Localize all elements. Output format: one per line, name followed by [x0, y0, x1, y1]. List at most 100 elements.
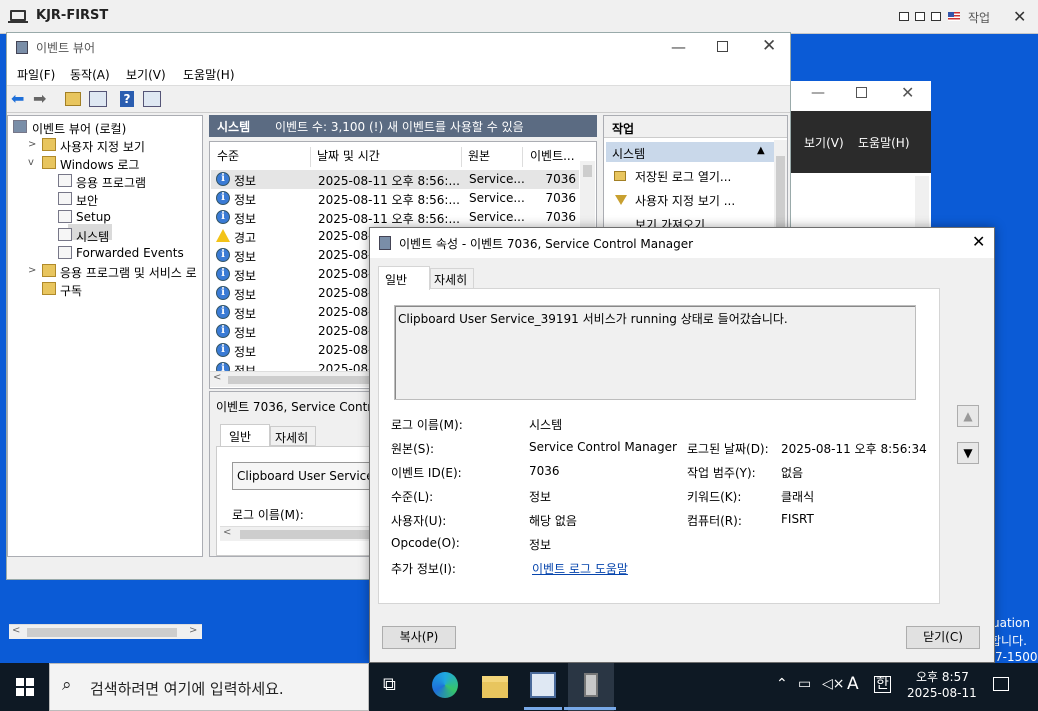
file-explorer-icon[interactable] [482, 676, 508, 698]
folder-up-icon[interactable] [65, 92, 81, 106]
preview-tab-general[interactable]: 일반 [220, 424, 270, 446]
scroll-thumb[interactable] [583, 165, 592, 177]
bg-menu-help[interactable]: 도움말(H) [858, 134, 910, 151]
folder-icon [42, 282, 56, 295]
filter-icon [615, 195, 627, 205]
event-row[interactable]: i 정보 2025-08-11 오후 8:56:... Service... 7036 [211, 208, 579, 227]
edge-browser-icon[interactable] [432, 672, 458, 698]
server-manager-icon[interactable] [530, 672, 556, 698]
expand-icon[interactable]: > [28, 265, 36, 276]
close-button[interactable]: ✕ [762, 36, 776, 56]
show-hide-tree-icon[interactable] [89, 91, 107, 107]
scroll-right-icon[interactable]: > [189, 625, 197, 636]
remote-session-bar [0, 0, 1038, 34]
scroll-left-icon[interactable]: < [12, 625, 20, 636]
back-arrow-icon[interactable]: ⬅ [11, 90, 29, 108]
windows-start-icon[interactable] [16, 678, 34, 696]
column-event-id[interactable]: 이벤트... [530, 147, 580, 167]
column-date[interactable]: 날짜 및 시간 [317, 147, 462, 167]
event-row[interactable]: i 정보 2025-08-11 오후 8:56:... Service... 7036 [211, 170, 579, 189]
bg-menu-view[interactable]: 보기(V) [804, 134, 844, 151]
maximize-icon[interactable] [856, 87, 867, 98]
help-icon[interactable]: ? [120, 91, 134, 107]
event-row[interactable]: i 정보 2025-08-11 오후 8:56:... Service... 7036 [211, 189, 579, 208]
preview-tab-details[interactable]: 자세히 [270, 426, 316, 446]
minimize-icon[interactable]: — [811, 85, 825, 101]
tree-horizontal-scrollbar[interactable]: < > [9, 624, 202, 639]
event-date-cell: 2025-08-11 오후 8:56:... [318, 174, 460, 188]
event-viewer-taskbar-button[interactable] [568, 663, 614, 711]
action-open-saved-log[interactable]: 저장된 로그 열기... [635, 168, 731, 185]
show-hidden-icons[interactable]: ⌃ [776, 676, 788, 692]
event-id-cell: 7036 [545, 191, 576, 205]
window-icon[interactable] [915, 12, 925, 21]
tree-item[interactable]: 이벤트 뷰어 (로컬) [8, 118, 202, 136]
clock-time[interactable]: 오후 8:57 [916, 668, 969, 685]
column-level[interactable]: 수준 [217, 147, 311, 167]
tree-item[interactable]: Setup [8, 208, 202, 226]
scroll-left-icon[interactable]: < [223, 527, 231, 538]
tree-item[interactable]: 구독 [8, 280, 202, 298]
scrollbar[interactable] [915, 176, 929, 231]
tree-item[interactable]: > 응용 프로그램 및 서비스 로 [8, 262, 202, 280]
tree-item[interactable]: > 사용자 지정 보기 [8, 136, 202, 154]
collapse-icon[interactable]: ▲ [757, 145, 765, 156]
close-icon[interactable]: ✕ [901, 83, 914, 102]
menu-file[interactable]: 파일(F) [17, 66, 55, 83]
tree-item[interactable]: 보안 [8, 190, 202, 208]
task-view-icon[interactable]: ⧉ [383, 672, 409, 698]
dialog-tab-details[interactable]: 자세히 [430, 268, 474, 289]
remote-close-button[interactable]: ✕ [1013, 7, 1026, 26]
tree-item[interactable]: 응용 프로그램 [8, 172, 202, 190]
dialog-close-icon[interactable]: ✕ [972, 232, 985, 251]
desktop-watermark-line1: uation [992, 616, 1030, 630]
volume-muted-icon[interactable]: ◁× [822, 676, 845, 692]
ime-hangul-indicator[interactable]: 한 [874, 676, 891, 693]
restore-icon[interactable] [899, 12, 909, 21]
taskbar-search-box[interactable]: ⌕ 검색하려면 여기에 입력하세요. [49, 663, 369, 711]
clock-date[interactable]: 2025-08-11 [907, 686, 977, 700]
tree-item-label: Setup [76, 210, 111, 224]
minimize-button[interactable]: — [671, 38, 686, 56]
tree-item[interactable]: v Windows 로그 [8, 154, 202, 172]
event-level-cell: 정보 [234, 269, 257, 283]
previous-event-button[interactable]: ▲ [957, 405, 979, 427]
remote-action-menu[interactable]: 작업 [968, 9, 990, 26]
menu-help[interactable]: 도움말(H) [183, 66, 235, 83]
fullscreen-icon[interactable] [931, 12, 941, 21]
event-log-help-link[interactable]: 이벤트 로그 도움말 [532, 560, 628, 577]
field-value: 7036 [529, 464, 560, 478]
event-level-cell: 정보 [234, 193, 257, 207]
show-action-pane-icon[interactable] [143, 91, 161, 107]
column-source[interactable]: 원본 [468, 147, 523, 167]
tree-item[interactable]: Forwarded Events [8, 244, 202, 262]
field-value: 해당 없음 [529, 514, 577, 528]
next-event-button[interactable]: ▼ [957, 442, 979, 464]
scroll-left-icon[interactable]: < [213, 372, 221, 383]
close-button[interactable]: 닫기(C) [906, 626, 980, 649]
notification-center-icon[interactable] [993, 677, 1009, 691]
forward-arrow-icon[interactable]: ➡ [33, 90, 51, 108]
event-level-cell: 정보 [234, 250, 257, 264]
active-app-indicator [564, 707, 616, 710]
ime-mode-indicator[interactable]: A [847, 674, 859, 694]
collapse-icon[interactable]: v [28, 157, 34, 168]
action-custom-view[interactable]: 사용자 지정 보기 ... [635, 192, 735, 209]
expand-icon[interactable]: > [28, 139, 36, 150]
actions-section-header[interactable]: 시스템 ▲ [606, 142, 774, 162]
log-header-summary: 이벤트 수: 3,100 (!) 새 이벤트를 사용할 수 있음 [275, 120, 524, 134]
info-icon: i [216, 286, 230, 300]
dialog-tab-general[interactable]: 일반 [378, 266, 430, 290]
scroll-thumb[interactable] [27, 628, 177, 637]
network-icon[interactable]: ▭ [798, 676, 811, 692]
field-label: 원본(S): [391, 442, 435, 456]
log-icon [58, 228, 72, 241]
tree-item[interactable]: 시스템 [8, 226, 202, 244]
menu-action[interactable]: 동작(A) [70, 66, 110, 83]
event-level-cell: 정보 [234, 212, 257, 226]
menu-view[interactable]: 보기(V) [126, 66, 166, 83]
copy-button[interactable]: 복사(P) [382, 626, 456, 649]
field-label: 작업 범주(Y): [687, 466, 756, 480]
maximize-button[interactable] [717, 41, 728, 52]
scroll-thumb[interactable] [228, 376, 378, 384]
